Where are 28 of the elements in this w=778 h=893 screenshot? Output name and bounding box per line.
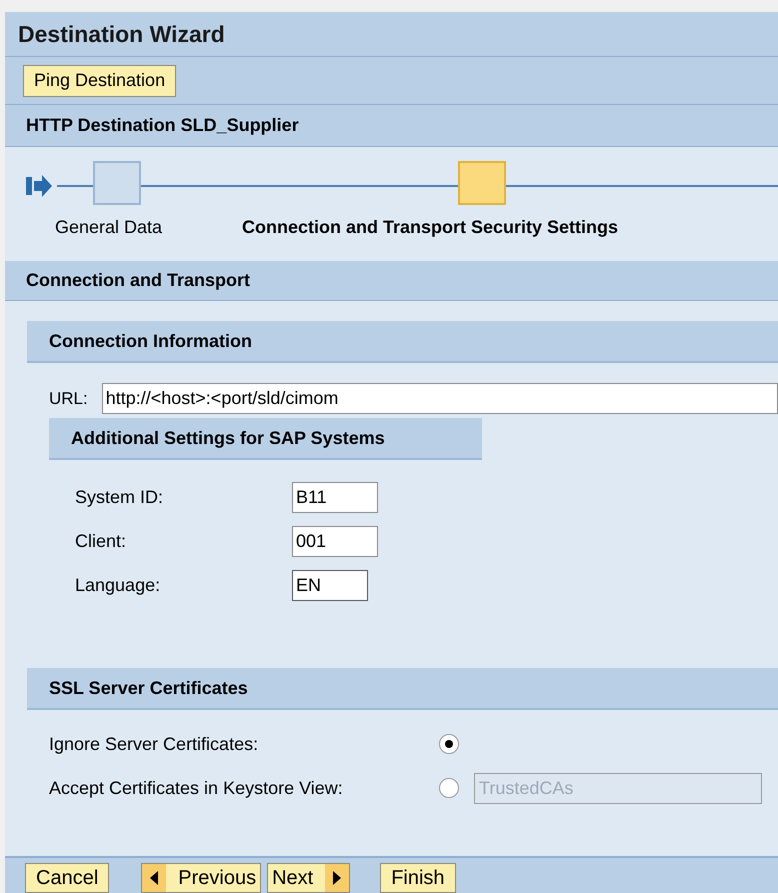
radio-button[interactable] — [439, 734, 459, 754]
ping-button[interactable]: Ping Destination — [23, 64, 176, 96]
window-title: Destination Wizard — [18, 20, 225, 49]
field-label: Language: — [75, 574, 162, 597]
step-box[interactable] — [458, 161, 506, 205]
step-box[interactable] — [93, 161, 141, 205]
wizard-button[interactable]: Previous — [141, 863, 262, 893]
url-field[interactable]: http://<host>:<port/sld/cimom — [102, 383, 778, 414]
start-arrow-icon — [26, 175, 52, 197]
text-field[interactable]: EN — [292, 570, 368, 601]
wizard-button[interactable]: Finish — [380, 863, 456, 893]
field-label: System ID: — [75, 486, 164, 509]
url-label: URL: — [49, 388, 88, 410]
subtitle: HTTP Destination SLD_Supplier — [26, 114, 299, 137]
text-field[interactable]: B11 — [292, 482, 378, 513]
radio-button[interactable] — [439, 778, 459, 798]
option-label: Ignore Server Certificates: — [49, 732, 260, 756]
text-field[interactable]: 001 — [292, 526, 378, 557]
group-title: Additional Settings for SAP Systems — [71, 426, 385, 450]
field-label: Client: — [75, 530, 128, 553]
step-label[interactable]: Connection and Transport Security Settings — [242, 214, 618, 241]
group-title: SSL Server Certificates — [49, 676, 248, 700]
wizard-button[interactable]: Cancel — [25, 863, 110, 893]
step-label[interactable]: General Data — [55, 214, 162, 241]
group-title: Connection Information — [49, 330, 252, 352]
section-title: Connection and Transport — [26, 269, 250, 292]
option-label: Accept Certificates in Keystore View: — [49, 776, 344, 800]
wizard-button[interactable]: Next — [267, 863, 350, 893]
